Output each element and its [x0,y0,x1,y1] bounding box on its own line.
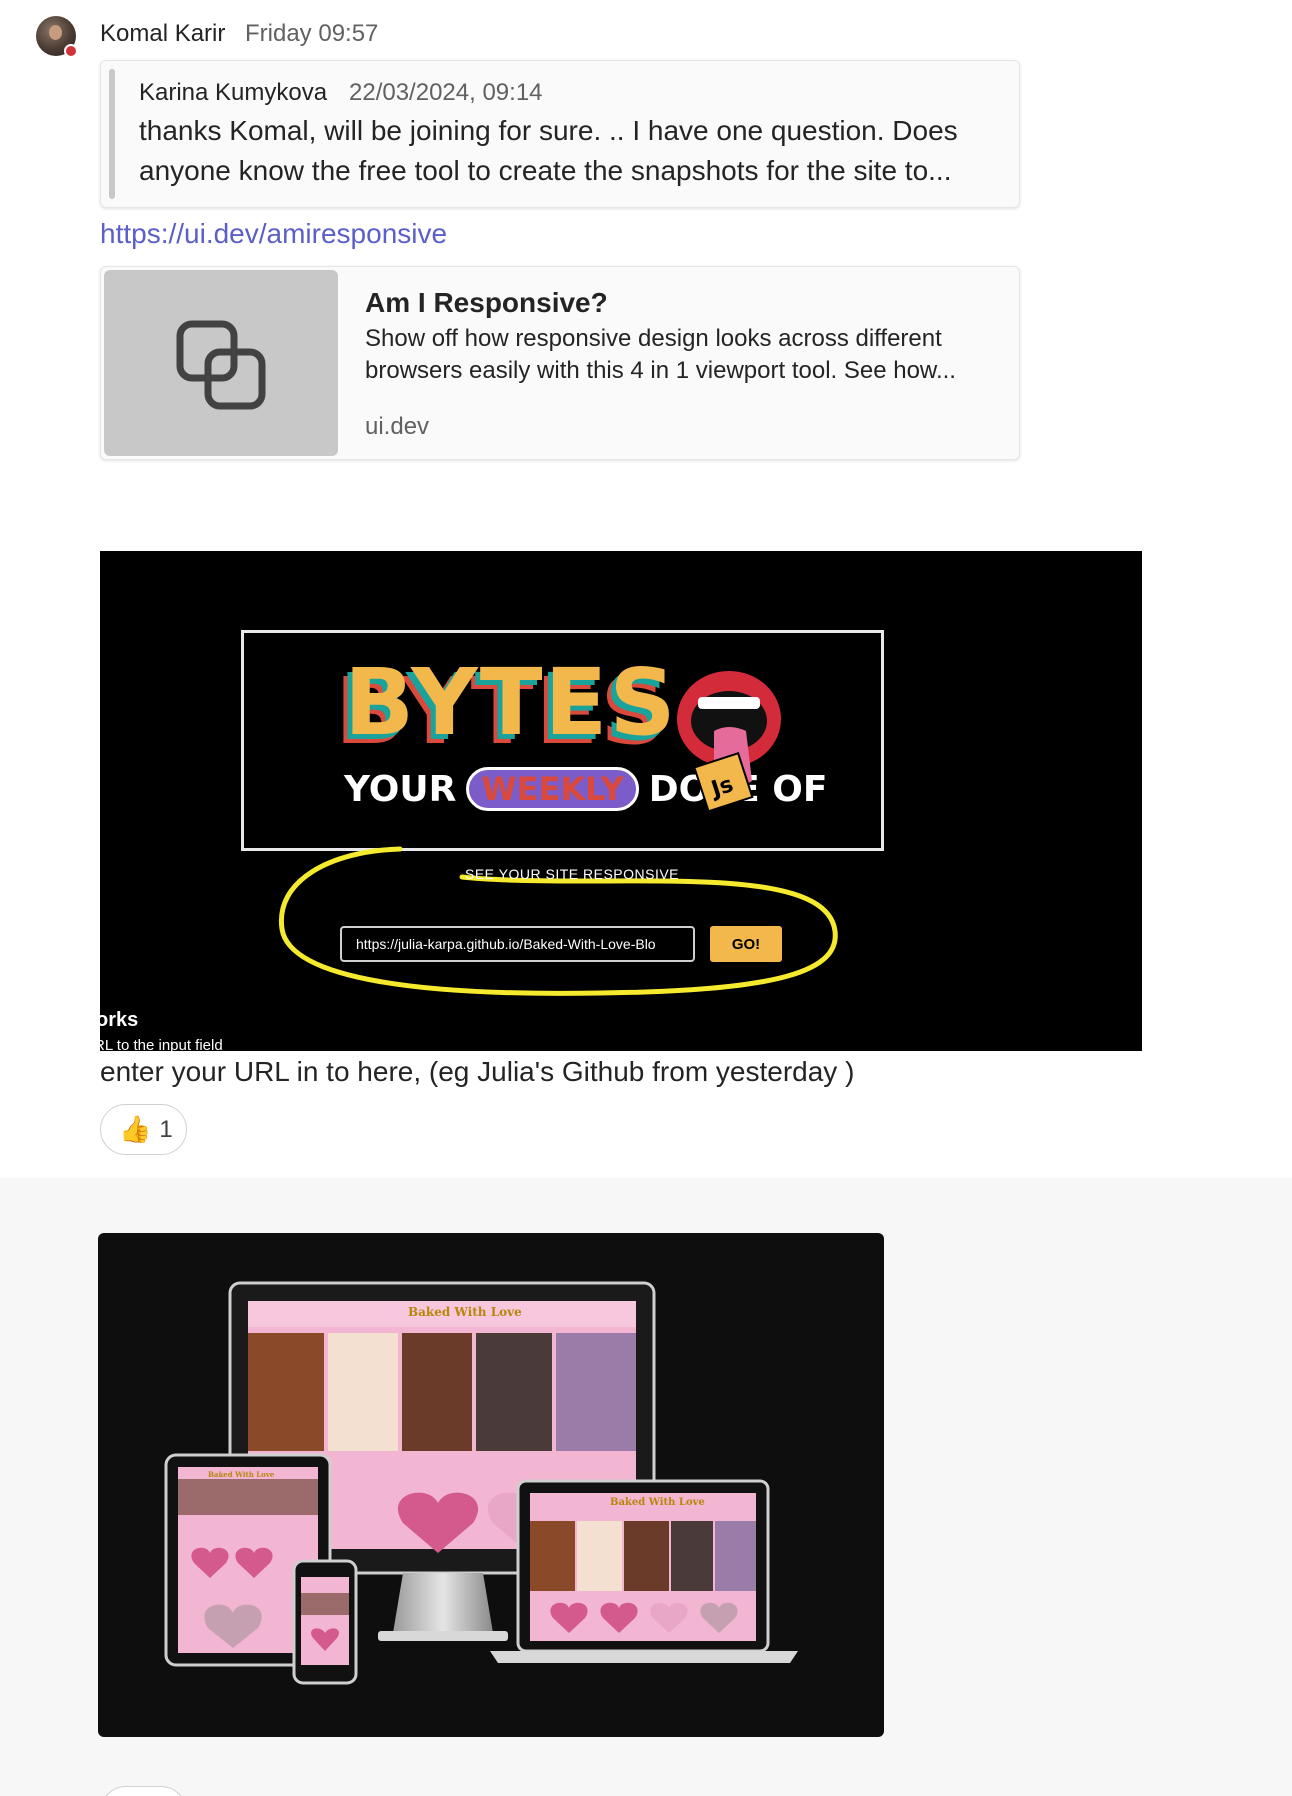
message-link[interactable]: https://ui.dev/amiresponsive [100,218,447,250]
site-title-desktop: Baked With Love [408,1305,522,1319]
url-hint-text: RL to the input field [100,1037,223,1051]
site-title-tablet: Baked With Love [208,1470,275,1479]
site-url-input: https://julia-karpa.github.io/Baked-With… [340,926,695,962]
link-preview-card[interactable]: Am I Responsive? Show off how responsive… [100,266,1020,460]
quote-text: thanks Komal, will be joining for sure. … [139,115,958,186]
reaction-count: 1 [159,1115,173,1143]
quote-bar [109,69,115,199]
reaction-like[interactable]: 👍 1 [100,1104,187,1155]
thumbs-up-icon: 👍 [119,1114,152,1144]
message-caption: enter your URL in to here, (eg Julia's G… [100,1056,855,1087]
avatar[interactable] [36,16,78,58]
status-busy-icon [64,44,78,58]
link-preview-thumbnail [104,270,338,456]
link-preview-description: Show off how responsive design looks acr… [365,325,956,384]
link-preview-domain: ui.dev [365,413,430,440]
site-title-laptop: Baked With Love [610,1497,705,1508]
link-icon [176,320,266,410]
see-responsive-label: SEE YOUR SITE RESPONSIVE [465,866,680,882]
quote-author: Karina Kumykova [139,79,328,106]
message-timestamp: Friday 09:57 [245,20,379,47]
sender-name[interactable]: Komal Karir [100,20,225,48]
quoted-reply[interactable]: Karina Kumykova 22/03/2024, 09:14 thanks… [100,60,1020,208]
quote-date: 22/03/2024, 09:14 [349,79,543,106]
attached-screenshot-2[interactable]: Baked With Love Baked With Love Baked Wi… [98,1233,884,1737]
link-preview-title: Am I Responsive? [365,287,608,318]
go-button: GO! [710,926,782,962]
works-text: orks [100,1009,139,1031]
attached-screenshot-1[interactable]: BYTES YOUR WEEKLY DOSE OF Js SEE YOUR SI… [100,551,1142,1051]
highlight-circle [278,846,838,996]
